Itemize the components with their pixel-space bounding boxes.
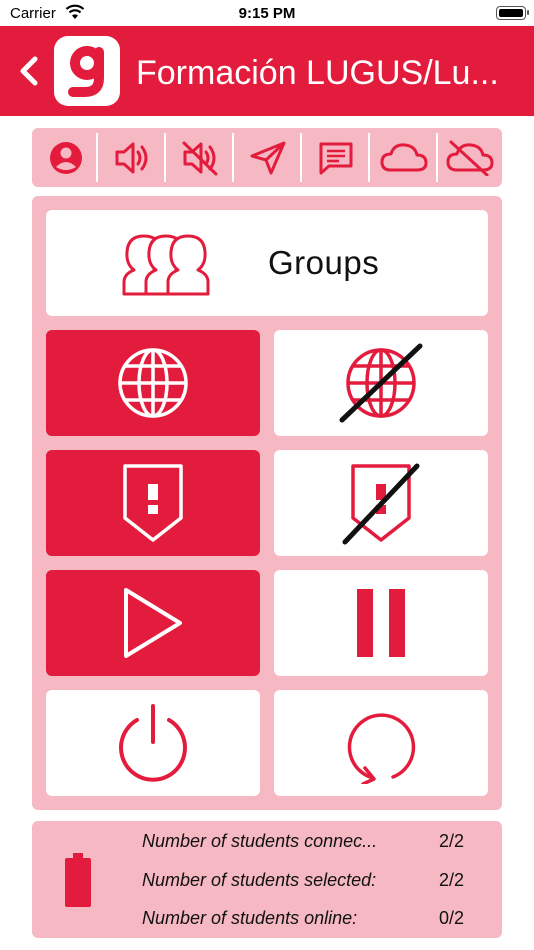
globe-off-icon xyxy=(339,343,423,423)
chevron-left-icon[interactable] xyxy=(18,56,40,86)
cloud-icon xyxy=(380,142,428,171)
stat-label: Number of students connec... xyxy=(142,831,378,851)
stat-value: 2/2 xyxy=(438,831,464,851)
pause-button[interactable] xyxy=(274,570,488,676)
stat-row-connected: Number of students connec... 2/2 xyxy=(142,831,472,855)
alert-enable-button[interactable] xyxy=(46,450,260,556)
battery-icon xyxy=(65,853,91,907)
controls-panel: Groups xyxy=(32,196,502,810)
sound-on-button[interactable] xyxy=(98,130,166,185)
internet-disable-button[interactable] xyxy=(274,330,488,436)
stat-value: 2/2 xyxy=(438,870,464,890)
logo-g-icon xyxy=(68,46,104,97)
pause-icon xyxy=(357,589,405,657)
alert-shield-icon xyxy=(123,464,183,542)
play-icon xyxy=(124,588,182,658)
page-title: Formación LUGUS/Lu... xyxy=(136,54,499,92)
status-bar: Carrier 9:15 PM xyxy=(0,0,534,26)
cloud-off-icon xyxy=(446,140,494,176)
toolbar xyxy=(32,128,502,187)
cloud-off-button[interactable] xyxy=(436,130,504,185)
user-profile-button[interactable] xyxy=(32,130,100,185)
power-icon xyxy=(119,704,187,782)
alert-shield-off-icon xyxy=(342,463,420,545)
app-logo xyxy=(54,36,120,106)
groups-label: Groups xyxy=(268,244,380,281)
globe-icon xyxy=(118,348,188,418)
speaker-muted-icon xyxy=(182,141,218,175)
chat-button[interactable] xyxy=(302,130,370,185)
power-button[interactable] xyxy=(46,690,260,796)
clock: 9:15 PM xyxy=(238,5,296,22)
app-header: Formación LUGUS/Lu... xyxy=(0,26,534,116)
battery-status-icon xyxy=(496,6,529,20)
sound-off-button[interactable] xyxy=(166,130,234,185)
alert-disable-button[interactable] xyxy=(274,450,488,556)
restart-button[interactable] xyxy=(274,690,488,796)
stat-row-selected: Number of students selected: 2/2 xyxy=(142,870,472,894)
send-message-button[interactable] xyxy=(234,130,302,185)
users-group-icon xyxy=(122,234,210,296)
groups-button[interactable]: Groups xyxy=(46,210,488,316)
user-circle-icon xyxy=(50,141,82,174)
cloud-on-button[interactable] xyxy=(370,130,438,185)
student-stats-panel: Number of students connec... 2/2 Number … xyxy=(32,821,502,938)
stat-label: Number of students selected: xyxy=(142,870,377,890)
internet-enable-button[interactable] xyxy=(46,330,260,436)
restart-icon xyxy=(347,713,416,784)
stat-label: Number of students online: xyxy=(142,908,358,928)
play-button[interactable] xyxy=(46,570,260,676)
paper-plane-icon xyxy=(250,141,286,174)
chat-bubble-icon xyxy=(319,142,353,174)
stat-value: 0/2 xyxy=(438,908,464,928)
speaker-icon xyxy=(115,142,148,173)
stat-row-online: Number of students online: 0/2 xyxy=(142,908,472,932)
